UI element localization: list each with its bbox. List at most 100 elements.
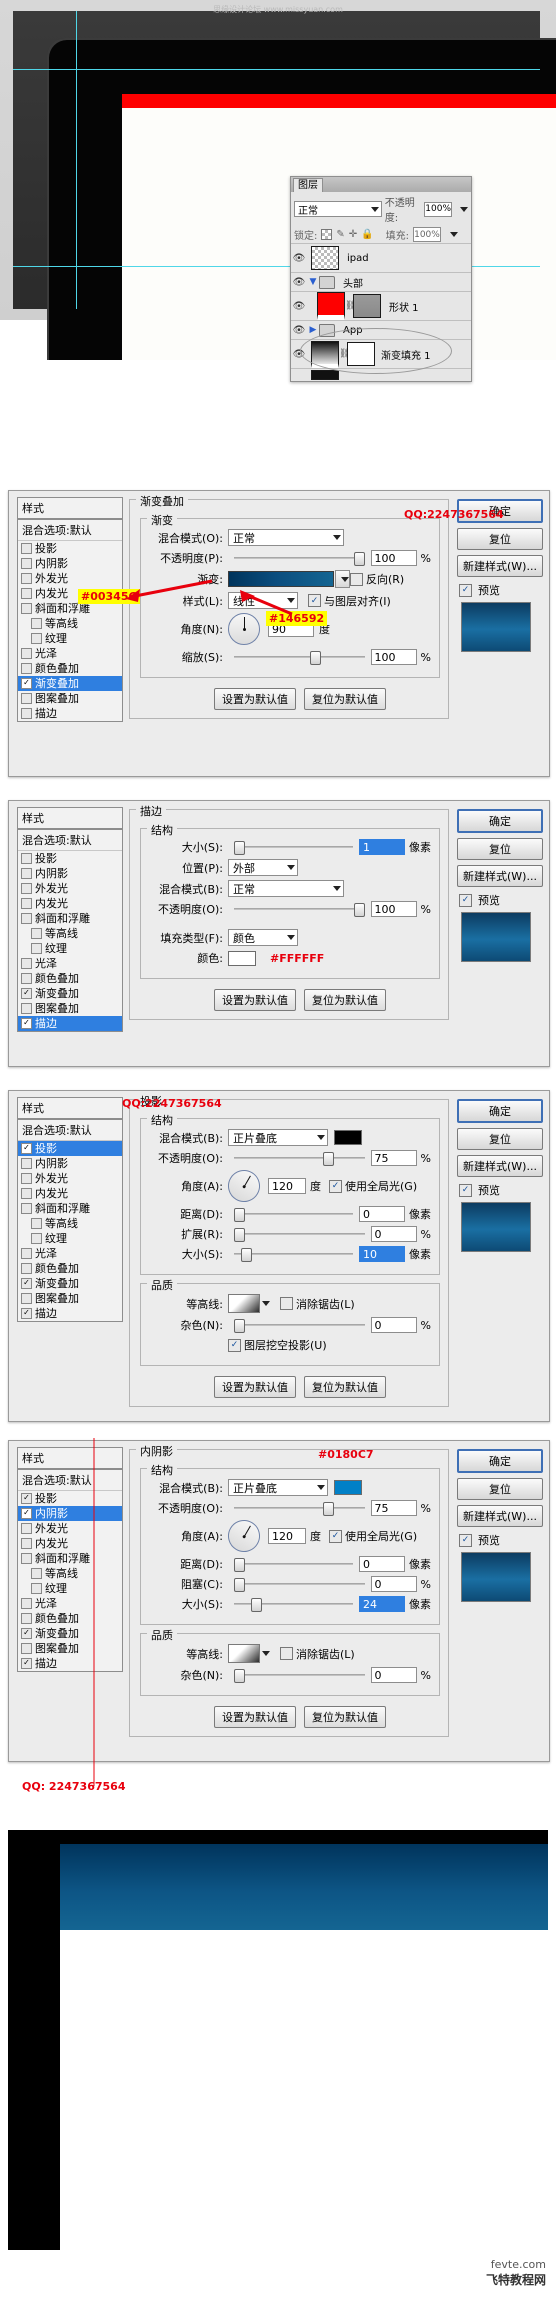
fill-type-select[interactable]: 颜色 bbox=[228, 929, 298, 946]
style-item-drop-shadow[interactable]: ✓ 投影 bbox=[18, 1141, 122, 1156]
checkbox[interactable] bbox=[21, 1003, 32, 1014]
eye-icon[interactable]: 👁 bbox=[291, 253, 307, 264]
opacity-input[interactable]: 100 bbox=[370, 550, 417, 566]
preview-checkbox[interactable]: ✓ bbox=[459, 583, 472, 597]
noise-slider[interactable] bbox=[234, 1668, 365, 1683]
style-item-texture[interactable]: 纹理 bbox=[18, 631, 122, 646]
chevron-down-icon[interactable] bbox=[449, 232, 458, 237]
checkbox[interactable] bbox=[21, 1203, 32, 1214]
checkbox[interactable] bbox=[21, 1553, 32, 1564]
checkbox[interactable] bbox=[21, 1598, 32, 1609]
checkbox[interactable] bbox=[21, 1158, 32, 1169]
slider-knob[interactable] bbox=[354, 552, 366, 566]
reverse-checkbox[interactable] bbox=[350, 572, 363, 586]
spread-input[interactable]: 0 bbox=[370, 1226, 417, 1242]
checkbox[interactable] bbox=[31, 633, 42, 644]
align-with-layer-checkbox[interactable]: ✓ bbox=[308, 594, 321, 607]
link-icon[interactable]: ⛓ bbox=[339, 349, 350, 359]
inner-shadow-color-swatch[interactable] bbox=[334, 1480, 362, 1495]
checkbox-checked[interactable]: ✓ bbox=[21, 678, 32, 689]
checkbox[interactable] bbox=[21, 1293, 32, 1304]
checkbox-checked[interactable]: ✓ bbox=[21, 1143, 32, 1154]
checkbox[interactable] bbox=[21, 603, 32, 614]
checkbox[interactable] bbox=[21, 1538, 32, 1549]
set-default-button[interactable]: 设置为默认值 bbox=[214, 688, 296, 710]
style-item-color-overlay[interactable]: 颜色叠加 bbox=[18, 661, 122, 676]
choke-input[interactable]: 0 bbox=[370, 1576, 417, 1592]
style-item-inner-shadow[interactable]: 内阴影 bbox=[18, 866, 122, 881]
checkbox-checked[interactable]: ✓ bbox=[21, 988, 32, 999]
new-style-button[interactable]: 新建样式(W)... bbox=[457, 1155, 543, 1177]
distance-input[interactable]: 0 bbox=[359, 1206, 405, 1222]
checkbox[interactable] bbox=[21, 1248, 32, 1259]
blending-options-item[interactable]: 混合选项:默认 bbox=[18, 520, 122, 541]
checkbox[interactable] bbox=[21, 558, 32, 569]
checkbox[interactable] bbox=[31, 1583, 42, 1594]
opacity-slider[interactable] bbox=[234, 551, 366, 566]
checkbox[interactable] bbox=[31, 1233, 42, 1244]
lock-transparency-icon[interactable] bbox=[321, 229, 333, 240]
checkbox-checked[interactable]: ✓ bbox=[21, 1018, 32, 1029]
tab-layers[interactable]: 图层 bbox=[293, 178, 323, 192]
style-item-texture[interactable]: 纹理 bbox=[18, 1231, 122, 1246]
preview-checkbox[interactable]: ✓ bbox=[459, 1533, 472, 1547]
size-slider[interactable] bbox=[234, 840, 353, 855]
eye-icon[interactable]: 👁 bbox=[291, 277, 307, 288]
size-input[interactable]: 24 bbox=[359, 1596, 405, 1612]
checkbox[interactable] bbox=[21, 1643, 32, 1654]
style-item-satin[interactable]: 光泽 bbox=[18, 646, 122, 661]
style-item-outer-glow[interactable]: 外发光 bbox=[18, 1171, 122, 1186]
style-item-drop-shadow[interactable]: ✓ 投影 bbox=[18, 1491, 122, 1506]
opacity-input[interactable]: 75 bbox=[370, 1150, 417, 1166]
style-item-bevel-emboss[interactable]: 斜面和浮雕 bbox=[18, 911, 122, 926]
lock-all-icon[interactable]: 🔒 bbox=[361, 229, 373, 240]
scale-input[interactable]: 100 bbox=[370, 649, 417, 665]
slider-knob[interactable] bbox=[234, 1319, 245, 1333]
contour-preview[interactable] bbox=[228, 1294, 260, 1313]
scale-slider[interactable] bbox=[234, 650, 365, 665]
angle-dial[interactable] bbox=[222, 1164, 266, 1208]
eye-icon[interactable]: 👁 bbox=[291, 349, 307, 360]
reset-default-button[interactable]: 复位为默认值 bbox=[304, 688, 386, 710]
chevron-down-icon[interactable] bbox=[262, 1301, 270, 1306]
noise-input[interactable]: 0 bbox=[370, 1317, 417, 1333]
blend-mode-select[interactable]: 正常 bbox=[228, 529, 344, 546]
ok-button[interactable]: 确定 bbox=[457, 809, 543, 833]
blend-mode-select[interactable]: 正常 bbox=[228, 880, 344, 897]
checkbox[interactable] bbox=[21, 543, 32, 554]
checkbox[interactable] bbox=[21, 1188, 32, 1199]
blend-mode-select[interactable]: 正片叠底 bbox=[228, 1479, 328, 1496]
style-item-contour[interactable]: 等高线 bbox=[18, 616, 122, 631]
slider-knob[interactable] bbox=[234, 1228, 245, 1242]
style-item-color-overlay[interactable]: 颜色叠加 bbox=[18, 1611, 122, 1626]
blend-mode-select[interactable]: 正片叠底 bbox=[228, 1129, 328, 1146]
table-row[interactable]: 👁 ▶ App bbox=[291, 320, 471, 339]
checkbox[interactable] bbox=[31, 1568, 42, 1579]
choke-slider[interactable] bbox=[234, 1577, 365, 1592]
opacity-slider[interactable] bbox=[234, 902, 366, 917]
checkbox[interactable] bbox=[21, 1263, 32, 1274]
style-item-inner-shadow[interactable]: 内阴影 bbox=[18, 556, 122, 571]
angle-input[interactable]: 120 bbox=[268, 1528, 306, 1544]
knockout-checkbox[interactable]: ✓ bbox=[228, 1338, 241, 1352]
set-default-button[interactable]: 设置为默认值 bbox=[214, 1376, 296, 1398]
gradient-preview-bar[interactable] bbox=[228, 571, 334, 587]
checkbox[interactable] bbox=[21, 973, 32, 984]
cancel-button[interactable]: 复位 bbox=[457, 1128, 543, 1150]
style-item-drop-shadow[interactable]: 投影 bbox=[18, 851, 122, 866]
checkbox[interactable] bbox=[21, 913, 32, 924]
style-item-outer-glow[interactable]: 外发光 bbox=[18, 1521, 122, 1536]
style-item-contour[interactable]: 等高线 bbox=[18, 1216, 122, 1231]
lock-position-icon[interactable]: ✛ bbox=[349, 229, 357, 240]
style-item-gradient-overlay[interactable]: ✓ 渐变叠加 bbox=[18, 1276, 122, 1291]
blending-options-item[interactable]: 混合选项:默认 bbox=[18, 1470, 122, 1491]
set-default-button[interactable]: 设置为默认值 bbox=[214, 1706, 296, 1728]
style-item-drop-shadow[interactable]: 投影 bbox=[18, 541, 122, 556]
checkbox[interactable] bbox=[21, 1613, 32, 1624]
antialias-checkbox[interactable] bbox=[280, 1647, 293, 1660]
style-item-color-overlay[interactable]: 颜色叠加 bbox=[18, 1261, 122, 1276]
size-input[interactable]: 10 bbox=[359, 1246, 405, 1262]
distance-slider[interactable] bbox=[234, 1557, 353, 1572]
preview-row[interactable]: ✓ 预览 bbox=[459, 1182, 543, 1198]
cancel-button[interactable]: 复位 bbox=[457, 1478, 543, 1500]
